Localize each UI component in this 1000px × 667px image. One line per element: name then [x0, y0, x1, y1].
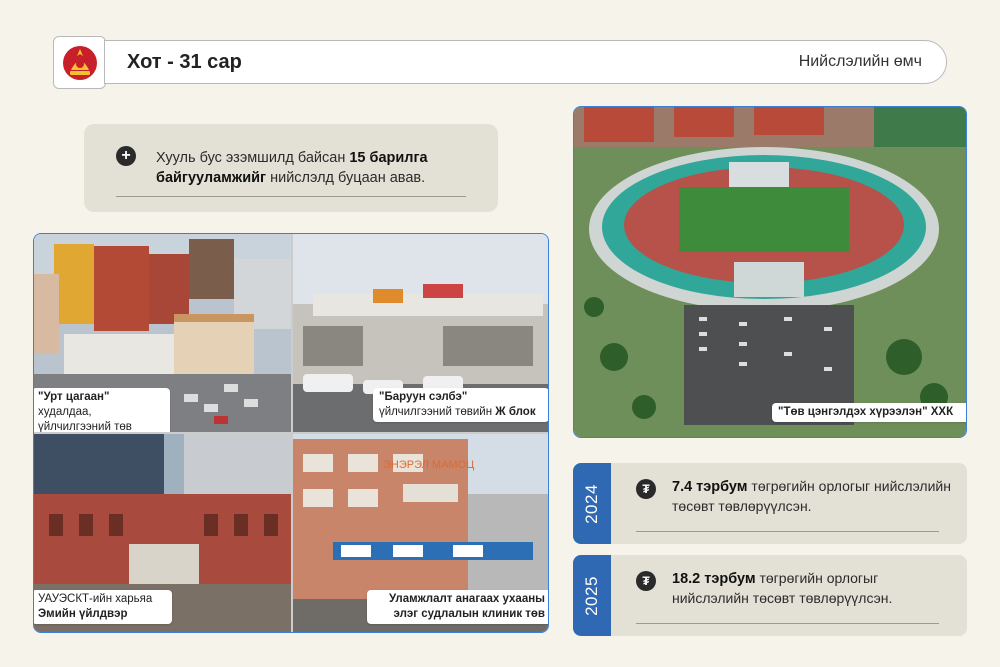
caption-text: ХХК [927, 406, 954, 418]
summary-text-start: Хууль бус эзэмшилд байсан [156, 150, 350, 166]
summary-text: Хууль бус эзэмшилд байсан 15 барилга бай… [156, 148, 476, 188]
summary-card: + Хууль бус эзэмшилд байсан 15 барилга б… [84, 124, 498, 212]
caption-text: УАУЭСКТ-ийн харьяа [38, 593, 153, 605]
tugrik-icon: ₮ [636, 571, 656, 591]
caption-quote: "Урт цагаан" [38, 391, 110, 403]
tugrik-icon: ₮ [636, 479, 656, 499]
amount: 18.2 тэрбум [672, 571, 756, 587]
sign-text: ЭНЭРЭЛ МАМОЦ [383, 459, 474, 471]
year-label: 2025 [582, 575, 602, 616]
stadium-caption: "Төв цэнгэлдэх хүрээлэн" ХХК [772, 403, 966, 422]
caption-quote: "Төв цэнгэлдэх хүрээлэн" [778, 406, 928, 418]
stadium-photo: "Төв цэнгэлдэх хүрээлэн" ХХК [573, 106, 967, 438]
caption-bold: Ж блок [495, 406, 536, 418]
caption-bold: Эмийн үйлдвэр [38, 608, 128, 620]
amount: 7.4 тэрбум [672, 479, 748, 495]
photo-caption: УАУЭСКТ-ийн харьяа Эмийн үйлдвэр [34, 590, 172, 624]
year-card-2025: 2025 ₮ 18.2 тэрбум төгрөгийн орлогыг ний… [573, 555, 967, 636]
building-photo-grid: "Урт цагаан" худалдаа, үйлчилгээний төв … [33, 233, 549, 633]
year-text: 7.4 тэрбум төгрөгийн орлогыг нийслэлийн … [672, 477, 957, 516]
city-emblem-icon [62, 45, 97, 80]
year-tab: 2025 [573, 555, 611, 636]
divider [636, 531, 939, 532]
divider [116, 196, 466, 197]
caption-bold: Уламжлалт анагаах ухааны элэг судлалын к… [388, 593, 545, 620]
year-label: 2024 [582, 483, 602, 524]
caption-quote: "Баруун сэлбэ" [379, 391, 468, 403]
year-text: 18.2 тэрбум төгрөгийн орлогыг нийслэлийн… [672, 569, 957, 608]
caption-text: худалдаа, үйлчилгээний төв [38, 406, 132, 432]
year-tab: 2024 [573, 463, 611, 544]
summary-text-end: нийслэлд буцаан авав. [266, 170, 426, 186]
section-label: Нийслэлийн өмч [798, 53, 922, 70]
photo-caption: Уламжлалт анагаах ухааны элэг судлалын к… [367, 590, 548, 624]
header-bar: Хот - 31 сар Нийслэлийн өмч [104, 40, 947, 84]
caption-text: үйлчилгээний төвийн [379, 406, 496, 418]
photo-baruun-selbe: "Баруун сэлбэ" үйлчилгээний төвийн Ж бло… [293, 234, 548, 432]
photo-caption: "Урт цагаан" худалдаа, үйлчилгээний төв [34, 388, 170, 432]
page-title: Хот - 31 сар [127, 50, 242, 73]
city-emblem-logo [53, 36, 106, 89]
plus-circle-icon: + [116, 146, 136, 166]
photo-urt-tsagaan: "Урт цагаан" худалдаа, үйлчилгээний төв [34, 234, 291, 432]
divider [636, 623, 939, 624]
year-card-2024: 2024 ₮ 7.4 тэрбум төгрөгийн орлогыг нийс… [573, 463, 967, 544]
photo-caption: "Баруун сэлбэ" үйлчилгээний төвийн Ж бло… [373, 388, 548, 422]
photo-emiin-uildver: УАУЭСКТ-ийн харьяа Эмийн үйлдвэр [34, 434, 291, 632]
photo-liver-clinic: ЭНЭРЭЛ МАМОЦ Уламжлалт анагаах ухааны эл… [293, 434, 548, 632]
